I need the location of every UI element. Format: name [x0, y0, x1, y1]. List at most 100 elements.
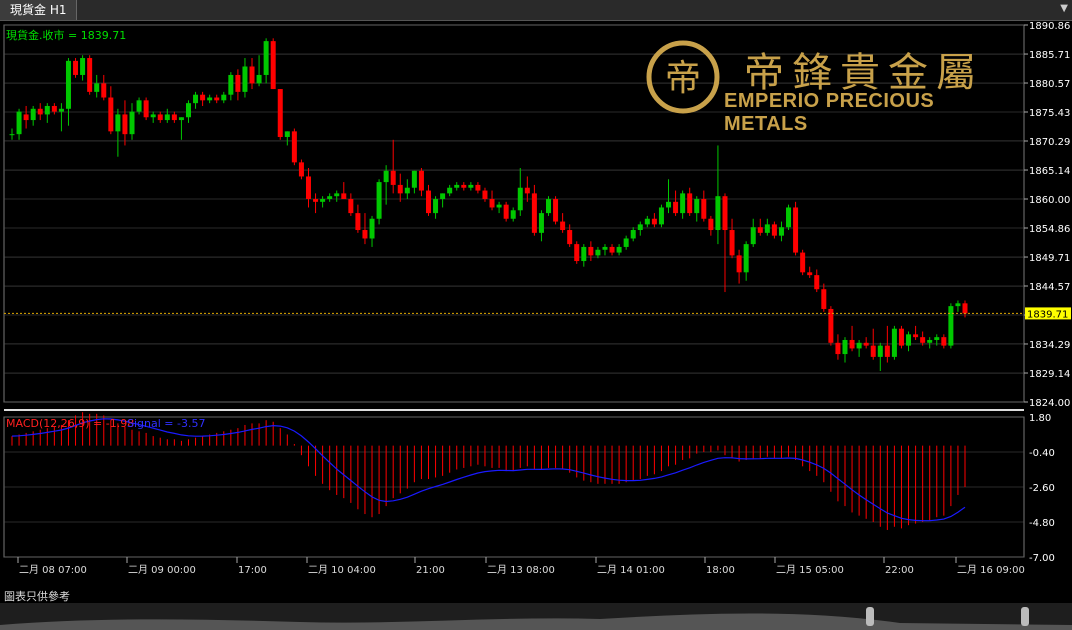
time-tick-label: 二月 08 07:00	[19, 564, 87, 576]
candle-body	[574, 244, 580, 262]
macd-tick-label: -4.80	[1029, 518, 1055, 529]
candle-body	[143, 100, 149, 118]
time-tick-label: 二月 15 05:00	[776, 564, 844, 576]
tab-bar: 現貨金 H1 ▼	[0, 0, 1072, 21]
candle-body	[355, 213, 361, 231]
price-tick-label: 1844.57	[1029, 282, 1070, 293]
candle-body	[65, 60, 71, 109]
price-tick-label: 1860.00	[1029, 195, 1070, 206]
disclaimer: 圖表只供參考	[4, 590, 70, 603]
candle-body	[517, 187, 523, 211]
time-tick-label: 二月 13 08:00	[487, 564, 555, 576]
candle-body	[341, 193, 347, 200]
candle-body	[722, 196, 728, 231]
candle-body	[673, 201, 679, 214]
candle-body	[538, 213, 544, 233]
candle-body	[94, 83, 100, 92]
candle-body	[185, 103, 191, 118]
logo-english: EMPERIO PRECIOUS METALS	[724, 90, 935, 135]
macd-axis: 1.80 -0.40 -2.60 -4.80 -7.00	[1029, 413, 1055, 564]
candle-body	[454, 184, 460, 188]
time-tick-label: 17:00	[238, 565, 267, 576]
price-tick-label: 1885.71	[1029, 50, 1070, 61]
candle-body	[546, 199, 552, 214]
candle-body	[16, 111, 22, 135]
candle-body	[51, 105, 57, 112]
candle-body	[941, 337, 947, 346]
candle-body	[249, 66, 255, 84]
candle-body	[708, 218, 714, 231]
candle-body	[496, 204, 502, 208]
candle-body	[743, 244, 749, 273]
candle-body	[602, 246, 608, 250]
candle-body	[503, 204, 509, 219]
macd-tick-label: 1.80	[1029, 413, 1051, 424]
scroll-handle-right[interactable]	[1021, 607, 1029, 626]
candle-body	[157, 114, 163, 121]
macd-tick-label: -7.00	[1029, 553, 1055, 564]
time-tick-label: 18:00	[706, 565, 735, 576]
candle-body	[193, 94, 199, 104]
macd-tick-label: -2.60	[1029, 483, 1055, 494]
candle-body	[228, 74, 234, 95]
dropdown-icon[interactable]: ▼	[1060, 3, 1068, 14]
chart-tab[interactable]: 現貨金 H1	[0, 0, 78, 20]
candle-body	[651, 218, 657, 225]
candle-body	[9, 134, 15, 136]
candle-body	[927, 339, 933, 343]
candle-body	[447, 187, 453, 194]
candle-body	[489, 199, 495, 208]
candle-body	[80, 58, 86, 75]
candle-body	[553, 199, 559, 222]
candle-body	[828, 308, 834, 343]
candle-body	[305, 176, 311, 200]
time-tick-label: 二月 16 09:00	[957, 564, 1025, 576]
candle-body	[771, 224, 777, 236]
signal-label: Signal = -3.57	[127, 417, 205, 430]
candle-body	[369, 218, 375, 239]
candle-body	[411, 170, 417, 188]
scroll-handle-left[interactable]	[866, 607, 874, 626]
candle-body	[122, 114, 128, 135]
candle-body	[298, 162, 304, 177]
candle-body	[30, 108, 36, 121]
candle-body	[164, 114, 170, 121]
candle-body	[73, 60, 79, 75]
candle-body	[320, 199, 326, 202]
price-tick-label: 1849.71	[1029, 253, 1070, 264]
candle-body	[270, 41, 276, 90]
candle-body	[87, 58, 93, 92]
price-tick-label: 1865.14	[1029, 166, 1070, 177]
candle-body	[200, 94, 206, 101]
time-axis: 二月 08 07:00 二月 09 00:00 17:00 二月 10 04:00 21…	[17, 557, 1025, 576]
candle-body	[567, 230, 573, 245]
price-tick-label: 1890.86	[1029, 21, 1070, 32]
candle-body	[849, 339, 855, 349]
price-tick-label: 1824.00	[1029, 398, 1070, 409]
scrollbar[interactable]	[0, 603, 1072, 630]
candle-body	[327, 196, 333, 200]
candle-body	[510, 210, 516, 219]
candle-body	[701, 199, 707, 219]
candle-body	[178, 117, 184, 121]
candle-body	[44, 105, 50, 115]
price-tick-label: 1834.29	[1029, 340, 1070, 351]
candle-body	[221, 94, 227, 101]
candle-body	[757, 227, 763, 233]
candle-body	[856, 342, 862, 349]
candle-body	[842, 339, 848, 355]
candle-body	[934, 337, 940, 340]
candle-body	[898, 328, 904, 346]
candle-body	[637, 224, 643, 231]
candle-body	[418, 170, 424, 191]
candle-body	[150, 114, 156, 118]
candle-body	[115, 114, 121, 132]
candle-body	[397, 184, 403, 194]
candle-body	[524, 187, 530, 194]
candle-body	[383, 170, 389, 183]
price-tick-label: 1829.14	[1029, 369, 1070, 380]
candle-body	[291, 131, 297, 163]
macd-tick-label: -0.40	[1029, 448, 1055, 459]
candle-body	[800, 252, 806, 273]
candle-body	[877, 345, 883, 357]
